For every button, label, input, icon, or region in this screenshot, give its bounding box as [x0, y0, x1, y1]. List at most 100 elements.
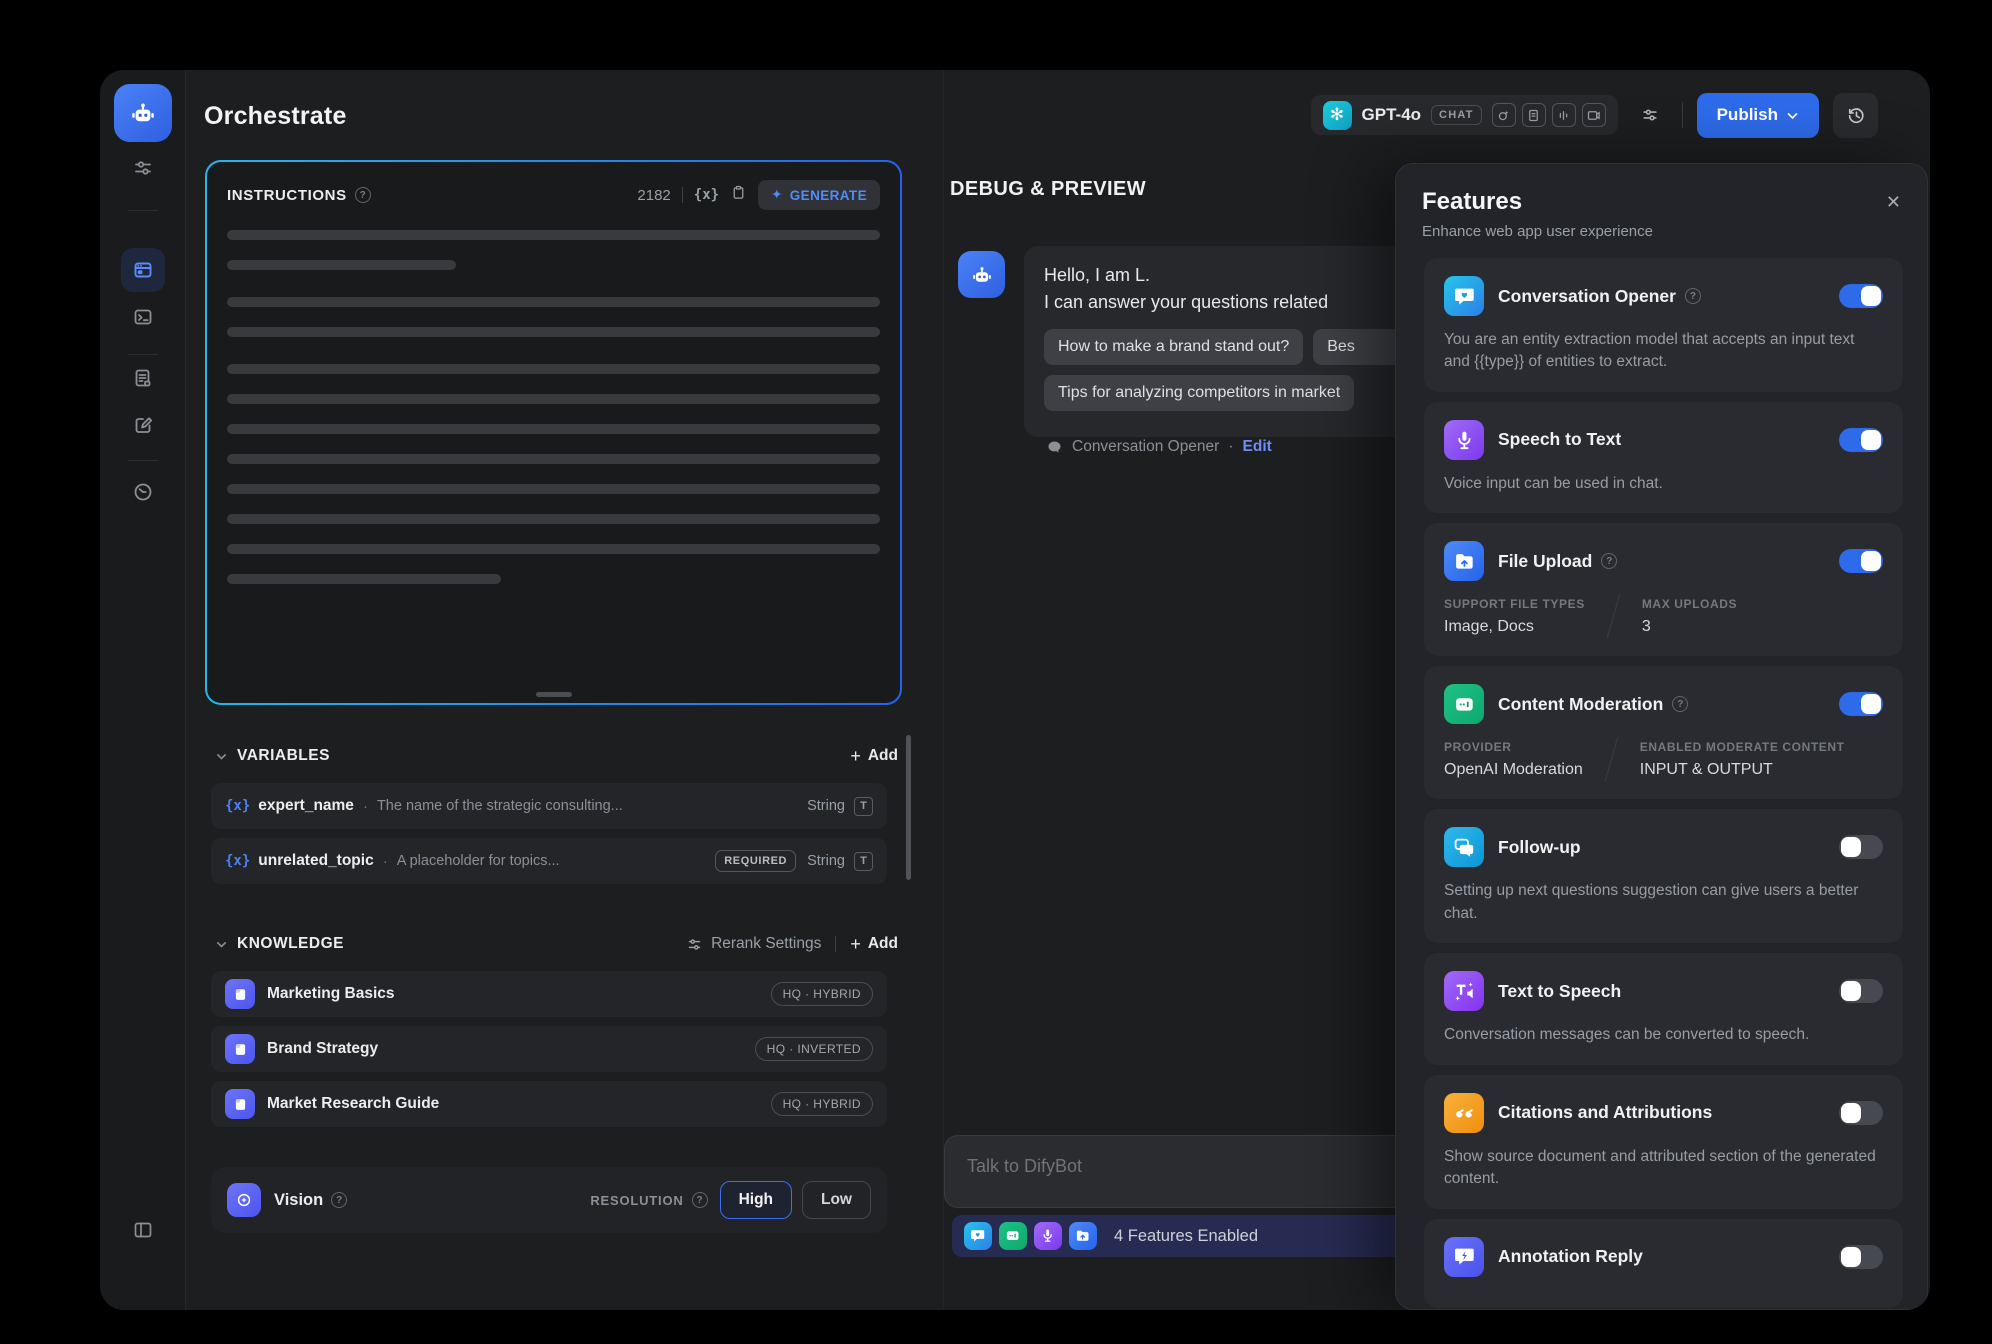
feature-card-text-to-speech: Text to Speech Conversation messages can… [1424, 953, 1903, 1064]
text-to-speech-icon [1444, 971, 1484, 1011]
sidebar [100, 70, 186, 1310]
feature-desc: You are an entity extraction model that … [1444, 329, 1883, 374]
feature-card-follow-up: Follow-up Setting up next questions sugg… [1424, 809, 1903, 943]
file-types-field: SUPPORT FILE TYPES Image, Docs [1444, 597, 1585, 636]
app-window-icon[interactable] [121, 248, 165, 292]
variable-braces-icon: {x} [225, 798, 250, 814]
field-divider [1604, 737, 1618, 781]
sliders-icon [686, 936, 703, 953]
string-type-icon: T [854, 852, 873, 871]
scrollbar-thumb[interactable] [906, 735, 911, 880]
add-knowledge-button[interactable]: +Add [850, 934, 898, 955]
features-subtitle: Enhance web app user experience [1422, 223, 1901, 240]
instructions-text-skeleton [207, 222, 900, 584]
rerank-settings-button[interactable]: Rerank Settings [686, 935, 821, 953]
help-icon[interactable]: ? [692, 1192, 708, 1208]
features-panel: Features Enhance web app user experience… [1395, 163, 1928, 1310]
file-upload-icon [1444, 541, 1484, 581]
knowledge-row[interactable]: Brand Strategy HQ · INVERTED [211, 1026, 887, 1072]
retrieval-badge: HQ · INVERTED [755, 1037, 873, 1061]
conversation-opener-icon [964, 1222, 992, 1250]
annotation-edit-icon[interactable] [123, 405, 163, 445]
knowledge-row[interactable]: Marketing Basics HQ · HYBRID [211, 971, 887, 1017]
knowledge-name: Brand Strategy [267, 1040, 755, 1058]
feature-title: Text to Speech [1498, 981, 1621, 1002]
help-icon[interactable]: ? [1672, 696, 1688, 712]
provider-field: PROVIDER OpenAI Moderation [1444, 740, 1583, 779]
text-to-speech-toggle[interactable] [1839, 979, 1883, 1003]
variables-header: VARIABLES +Add [205, 741, 902, 771]
edit-opener-link[interactable]: Edit [1243, 438, 1272, 456]
conversation-opener-icon [1444, 276, 1484, 316]
knowledge-name: Market Research Guide [267, 1095, 771, 1113]
variable-row[interactable]: {x} expert_name · The name of the strate… [211, 783, 887, 829]
collapse-panel-icon[interactable] [123, 1210, 163, 1250]
help-icon[interactable]: ? [1685, 288, 1701, 304]
sidebar-divider [128, 460, 158, 461]
opener-label: Conversation Opener [1072, 438, 1219, 456]
chevron-down-icon[interactable] [215, 750, 228, 763]
content-moderation-toggle[interactable] [1839, 692, 1883, 716]
variable-type: String [807, 798, 845, 814]
follow-up-toggle[interactable] [1839, 835, 1883, 859]
bot-avatar [958, 251, 1005, 298]
variable-row[interactable]: {x} unrelated_topic · A placeholder for … [211, 838, 887, 884]
suggested-question-chip[interactable]: How to make a brand stand out? [1044, 329, 1303, 365]
sparkle-icon: ✦ [771, 187, 783, 203]
feature-title: File Upload [1498, 551, 1592, 572]
annotation-reply-toggle[interactable] [1839, 1245, 1883, 1269]
feature-card-citations: Citations and Attributions Show source d… [1424, 1075, 1903, 1209]
orchestrate-config-column: INSTRUCTIONS ? 2182 {x} ✦ GENERATE [205, 160, 902, 1233]
conversation-opener-toggle[interactable] [1839, 284, 1883, 308]
feature-title: Speech to Text [1498, 429, 1621, 450]
vision-title: Vision [274, 1191, 323, 1210]
monitoring-gauge-icon[interactable] [123, 472, 163, 512]
instructions-panel[interactable]: INSTRUCTIONS ? 2182 {x} ✦ GENERATE [205, 160, 902, 705]
add-variable-button[interactable]: +Add [850, 746, 898, 767]
knowledge-header: KNOWLEDGE Rerank Settings +Add [205, 929, 902, 959]
app-avatar[interactable] [114, 84, 172, 142]
citations-toggle[interactable] [1839, 1101, 1883, 1125]
max-uploads-field: MAX UPLOADS 3 [1642, 597, 1737, 636]
chat-input-placeholder: Talk to DifyBot [967, 1156, 1082, 1176]
variable-braces-icon[interactable]: {x} [694, 187, 719, 203]
annotation-reply-icon [1444, 1237, 1484, 1277]
debug-preview-title: DEBUG & PREVIEW [950, 178, 1146, 201]
logs-icon[interactable] [123, 358, 163, 398]
features-title: Features [1422, 188, 1901, 216]
terminal-icon[interactable] [123, 297, 163, 337]
knowledge-title: KNOWLEDGE [237, 935, 344, 953]
knowledge-row[interactable]: Market Research Guide HQ · HYBRID [211, 1081, 887, 1127]
retrieval-badge: HQ · HYBRID [771, 1092, 873, 1116]
speech-to-text-toggle[interactable] [1839, 428, 1883, 452]
suggested-question-chip[interactable]: Tips for analyzing competitors in market [1044, 375, 1354, 411]
help-icon[interactable]: ? [1601, 553, 1617, 569]
dot-separator: · [383, 853, 388, 870]
variable-desc: The name of the strategic consulting... [377, 798, 807, 814]
screen: Orchestrate ✻ GPT-4o CHAT [0, 0, 1992, 1344]
help-icon[interactable]: ? [355, 187, 371, 203]
app-window: Orchestrate ✻ GPT-4o CHAT [100, 70, 1930, 1310]
close-icon[interactable]: ✕ [1886, 192, 1901, 213]
help-icon[interactable]: ? [331, 1192, 347, 1208]
variable-braces-icon: {x} [225, 853, 250, 869]
feature-title: Citations and Attributions [1498, 1102, 1712, 1123]
feature-title: Content Moderation [1498, 694, 1663, 715]
chevron-down-icon[interactable] [215, 938, 228, 951]
variable-name: unrelated_topic [258, 852, 373, 870]
resize-handle[interactable] [536, 692, 572, 697]
feature-title: Follow-up [1498, 837, 1581, 858]
variable-desc: A placeholder for topics... [397, 853, 716, 869]
content-moderation-icon [999, 1222, 1027, 1250]
resolution-high-button[interactable]: High [720, 1181, 792, 1219]
tune-icon[interactable] [123, 148, 163, 188]
clipboard-icon[interactable] [730, 184, 747, 206]
file-upload-toggle[interactable] [1839, 549, 1883, 573]
variable-name: expert_name [258, 797, 354, 815]
string-type-icon: T [854, 797, 873, 816]
chat-bubble-icon [1046, 439, 1063, 456]
file-upload-icon [1069, 1222, 1097, 1250]
generate-button[interactable]: ✦ GENERATE [758, 180, 880, 210]
resolution-low-button[interactable]: Low [802, 1181, 871, 1219]
instructions-title: INSTRUCTIONS [227, 187, 347, 204]
